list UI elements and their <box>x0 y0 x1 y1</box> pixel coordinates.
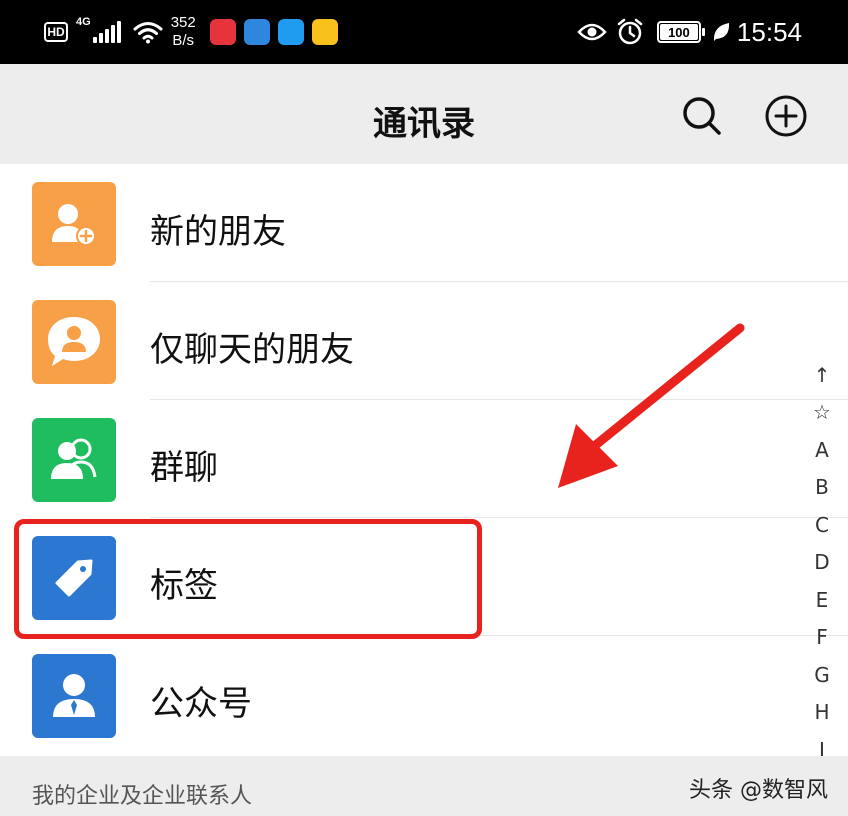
index-item-e[interactable]: E <box>806 581 838 619</box>
index-item-d[interactable]: D <box>806 544 838 582</box>
index-item-star[interactable]: ☆ <box>806 394 838 432</box>
notification-app-icon <box>277 19 304 45</box>
user-add-icon <box>52 204 96 246</box>
contact-item-official-accounts[interactable]: 公众号 <box>0 636 848 754</box>
contact-item-group-chats[interactable]: 群聊 <box>0 400 848 518</box>
network-type: 4G <box>76 16 91 28</box>
status-right: 100 15:54 <box>577 10 802 54</box>
search-icon <box>683 97 721 135</box>
index-item-f[interactable]: F <box>806 619 838 657</box>
title-bar: 通讯录 <box>0 64 848 164</box>
add-button[interactable] <box>764 94 808 138</box>
wifi-icon <box>133 22 163 44</box>
enterprise-section-header[interactable]: 我的企业及企业联系人 头条 @数智风 <box>0 756 848 816</box>
network-speed-unit: B/s <box>172 32 195 49</box>
hd-badge: HD <box>44 22 68 42</box>
contact-label: 仅聊天的朋友 <box>150 330 354 370</box>
network-speed: 352 B/s <box>171 14 196 50</box>
contact-list: 新的朋友 仅聊天的朋友 群聊 标签 公众号 <box>0 164 848 754</box>
index-item-top[interactable]: ↑ <box>806 356 838 394</box>
search-button[interactable] <box>680 94 724 138</box>
contact-item-chat-only-friends[interactable]: 仅聊天的朋友 <box>0 282 848 400</box>
notification-app-icon <box>243 19 270 45</box>
status-bar: HD 4G 352 B/s 100 15:54 <box>0 0 848 64</box>
official-account-icon <box>53 674 95 717</box>
index-item-g[interactable]: G <box>806 656 838 694</box>
notification-app-icon <box>209 19 236 45</box>
leaf-icon <box>713 23 729 41</box>
signal-icon <box>92 21 123 43</box>
status-left: HD 4G 352 B/s <box>44 10 346 54</box>
index-item-a[interactable]: A <box>806 431 838 469</box>
contact-label: 新的朋友 <box>150 212 286 252</box>
index-item-c[interactable]: C <box>806 506 838 544</box>
contact-item-new-friends[interactable]: 新的朋友 <box>0 164 848 282</box>
section-label: 我的企业及企业联系人 <box>32 784 253 809</box>
network-speed-value: 352 <box>170 14 196 31</box>
clock: 15:54 <box>736 16 802 47</box>
add-icon <box>765 95 807 137</box>
index-item-b[interactable]: B <box>806 469 838 507</box>
contact-item-tags[interactable]: 标签 <box>0 518 848 636</box>
alphabet-index[interactable]: ↑ ☆ A B C D E F G H I <box>806 356 838 769</box>
chat-user-icon <box>48 317 100 366</box>
chat-only-friends-tile <box>32 300 116 384</box>
contact-label: 公众号 <box>150 684 252 724</box>
notification-app-icon <box>311 19 338 45</box>
watermark: 头条 @数智风 <box>689 778 828 803</box>
battery-icon: 100 <box>656 21 705 43</box>
group-icon <box>51 438 97 479</box>
tag-icon <box>55 559 93 597</box>
contact-label: 标签 <box>150 566 218 606</box>
battery-level: 100 <box>668 25 690 40</box>
tags-tile <box>32 536 116 620</box>
group-chats-tile <box>32 418 116 502</box>
contact-label: 群聊 <box>150 448 218 488</box>
new-friends-tile <box>32 182 116 266</box>
alarm-icon <box>617 18 643 45</box>
official-accounts-tile <box>32 654 116 738</box>
eye-icon <box>577 23 607 41</box>
index-item-h[interactable]: H <box>806 694 838 732</box>
